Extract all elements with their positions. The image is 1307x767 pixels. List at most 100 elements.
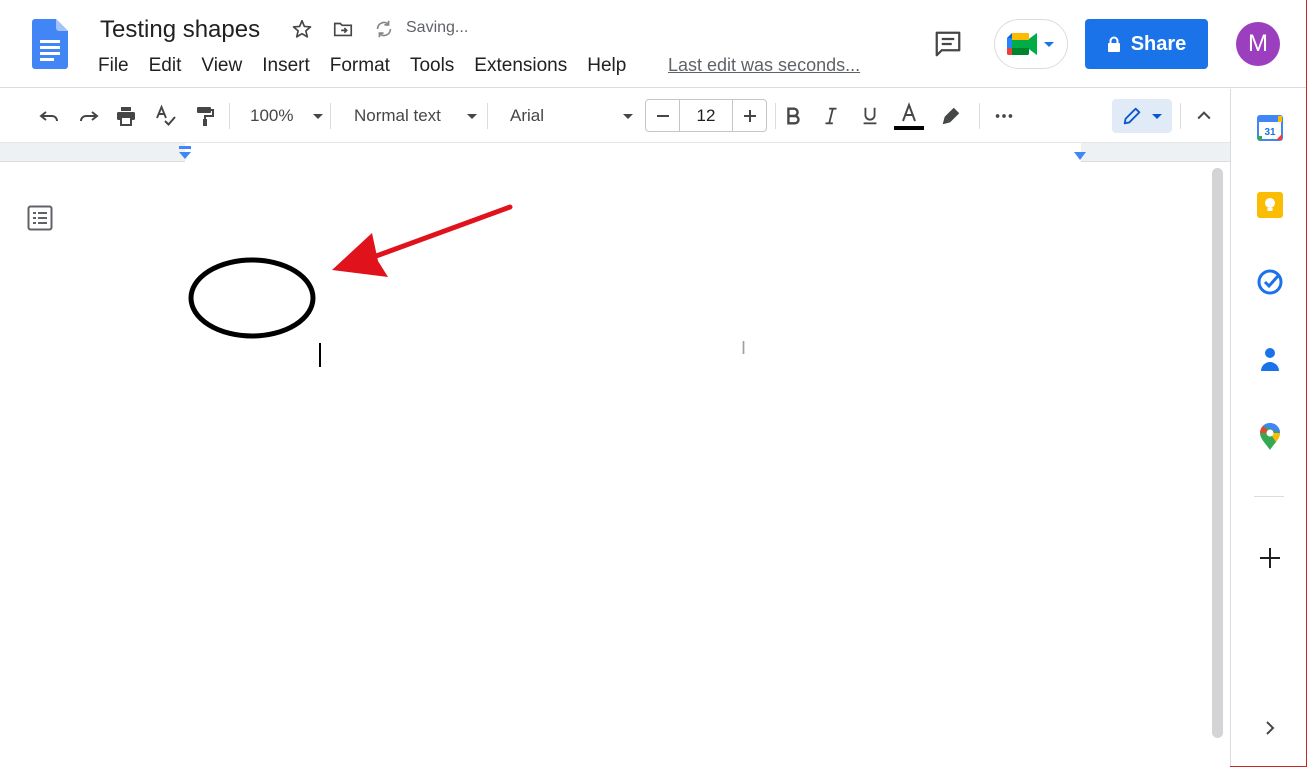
print-icon [117, 107, 135, 126]
toolbar-divider [487, 103, 488, 129]
text-color-icon [894, 102, 924, 130]
editing-mode-button[interactable] [1112, 99, 1172, 133]
bold-button[interactable] [778, 100, 808, 132]
comment-history-button[interactable] [930, 26, 966, 62]
font-family-select[interactable]: Arial [500, 100, 634, 132]
menu-insert[interactable]: Insert [252, 54, 320, 78]
bold-icon [787, 107, 800, 125]
toolbar-divider [979, 103, 980, 129]
keep-button[interactable] [1253, 188, 1287, 222]
chevron-down-icon [623, 114, 633, 119]
highlight-color-button[interactable] [936, 100, 966, 132]
increase-font-size-button[interactable] [733, 100, 766, 131]
side-panel-divider [1254, 496, 1284, 497]
paragraph-style-select[interactable]: Normal text [344, 100, 478, 132]
tasks-button[interactable] [1253, 265, 1287, 299]
account-avatar[interactable]: M [1236, 22, 1280, 66]
calendar-day: 31 [1264, 127, 1276, 138]
last-edit-link[interactable]: Last edit was seconds... [668, 55, 860, 76]
font-size-input[interactable]: 12 [679, 100, 733, 131]
decrease-font-size-button[interactable] [646, 100, 679, 131]
menu-file[interactable]: File [88, 54, 139, 78]
style-value: Normal text [354, 106, 441, 125]
menu-format[interactable]: Format [320, 54, 400, 78]
document-title[interactable]: Testing shapes [98, 14, 262, 46]
expand-panel-icon [1266, 721, 1275, 735]
undo-button[interactable] [34, 100, 64, 132]
spellcheck-icon [156, 104, 176, 126]
menu-help[interactable]: Help [577, 54, 636, 78]
paint-format-button[interactable] [190, 100, 220, 132]
lock-icon [1107, 36, 1120, 52]
menu-view[interactable]: View [191, 54, 252, 78]
ruler-page-area [185, 143, 1081, 162]
contacts-button[interactable] [1253, 342, 1287, 376]
more-options-button[interactable] [989, 100, 1019, 132]
add-icon [1260, 548, 1280, 568]
toolbar-divider [330, 103, 331, 129]
text-color-button[interactable] [894, 100, 924, 132]
contacts-icon [1261, 348, 1279, 371]
mouse-ibeam-icon: I [741, 338, 747, 358]
more-icon [995, 114, 1013, 118]
zoom-value: 100% [250, 106, 294, 125]
toolbar-divider [229, 103, 230, 129]
right-indent-marker[interactable] [1073, 151, 1087, 161]
meet-button[interactable] [994, 19, 1068, 69]
chevron-down-icon [467, 114, 477, 119]
chevron-down-icon [1152, 114, 1162, 119]
inserted-oval-shape[interactable] [188, 257, 318, 341]
save-status: Saving... [406, 19, 469, 36]
maps-icon [1260, 423, 1280, 450]
share-button[interactable]: Share [1085, 19, 1208, 69]
left-indent-marker[interactable] [177, 146, 193, 160]
document-canvas[interactable] [0, 162, 1230, 767]
redo-icon [80, 111, 99, 122]
tasks-icon [1257, 269, 1283, 295]
horizontal-ruler [0, 142, 1230, 162]
docs-logo-icon[interactable] [32, 19, 68, 69]
comment-icon [935, 31, 961, 57]
annotation-arrow [332, 204, 513, 277]
toolbar-divider [1180, 103, 1181, 129]
redo-button[interactable] [74, 100, 104, 132]
underline-icon [863, 107, 877, 125]
highlight-icon [942, 107, 960, 125]
maps-button[interactable] [1253, 419, 1287, 453]
show-side-panel-button[interactable] [1253, 711, 1287, 745]
get-addons-button[interactable] [1253, 541, 1287, 575]
underline-button[interactable] [855, 100, 885, 132]
vertical-scrollbar[interactable] [1212, 168, 1223, 738]
calendar-icon: 31 [1257, 115, 1283, 141]
menu-bar: File Edit View Insert Format Tools Exten… [88, 54, 636, 78]
meet-dropdown-icon [1044, 42, 1054, 47]
header-bar: Testing shapes Saving... File Edit View … [0, 0, 1306, 88]
document-outline-icon[interactable] [27, 205, 53, 231]
keep-icon [1257, 192, 1283, 218]
chevron-down-icon [313, 114, 323, 119]
star-icon[interactable] [290, 17, 314, 41]
paint-format-icon [197, 107, 214, 126]
share-label: Share [1130, 32, 1187, 55]
zoom-select[interactable]: 100% [242, 100, 324, 132]
undo-icon [39, 111, 58, 122]
menu-tools[interactable]: Tools [400, 54, 464, 78]
text-cursor [319, 343, 321, 367]
plus-icon [743, 109, 756, 122]
italic-icon [825, 107, 837, 125]
spellcheck-button[interactable] [151, 100, 181, 132]
move-to-folder-icon[interactable] [331, 17, 355, 41]
hide-menus-button[interactable] [1189, 100, 1219, 132]
print-button[interactable] [111, 100, 141, 132]
menu-edit[interactable]: Edit [139, 54, 192, 78]
edit-mode-icon [1123, 107, 1141, 125]
font-value: Arial [510, 106, 545, 125]
font-size-control: 12 [645, 99, 767, 132]
saving-sync-icon [372, 17, 396, 41]
meet-icon [1007, 33, 1037, 55]
collapse-icon [1197, 111, 1211, 120]
italic-button[interactable] [816, 100, 846, 132]
minus-icon [656, 114, 669, 117]
calendar-button[interactable]: 31 [1253, 111, 1287, 145]
menu-extensions[interactable]: Extensions [464, 54, 577, 78]
